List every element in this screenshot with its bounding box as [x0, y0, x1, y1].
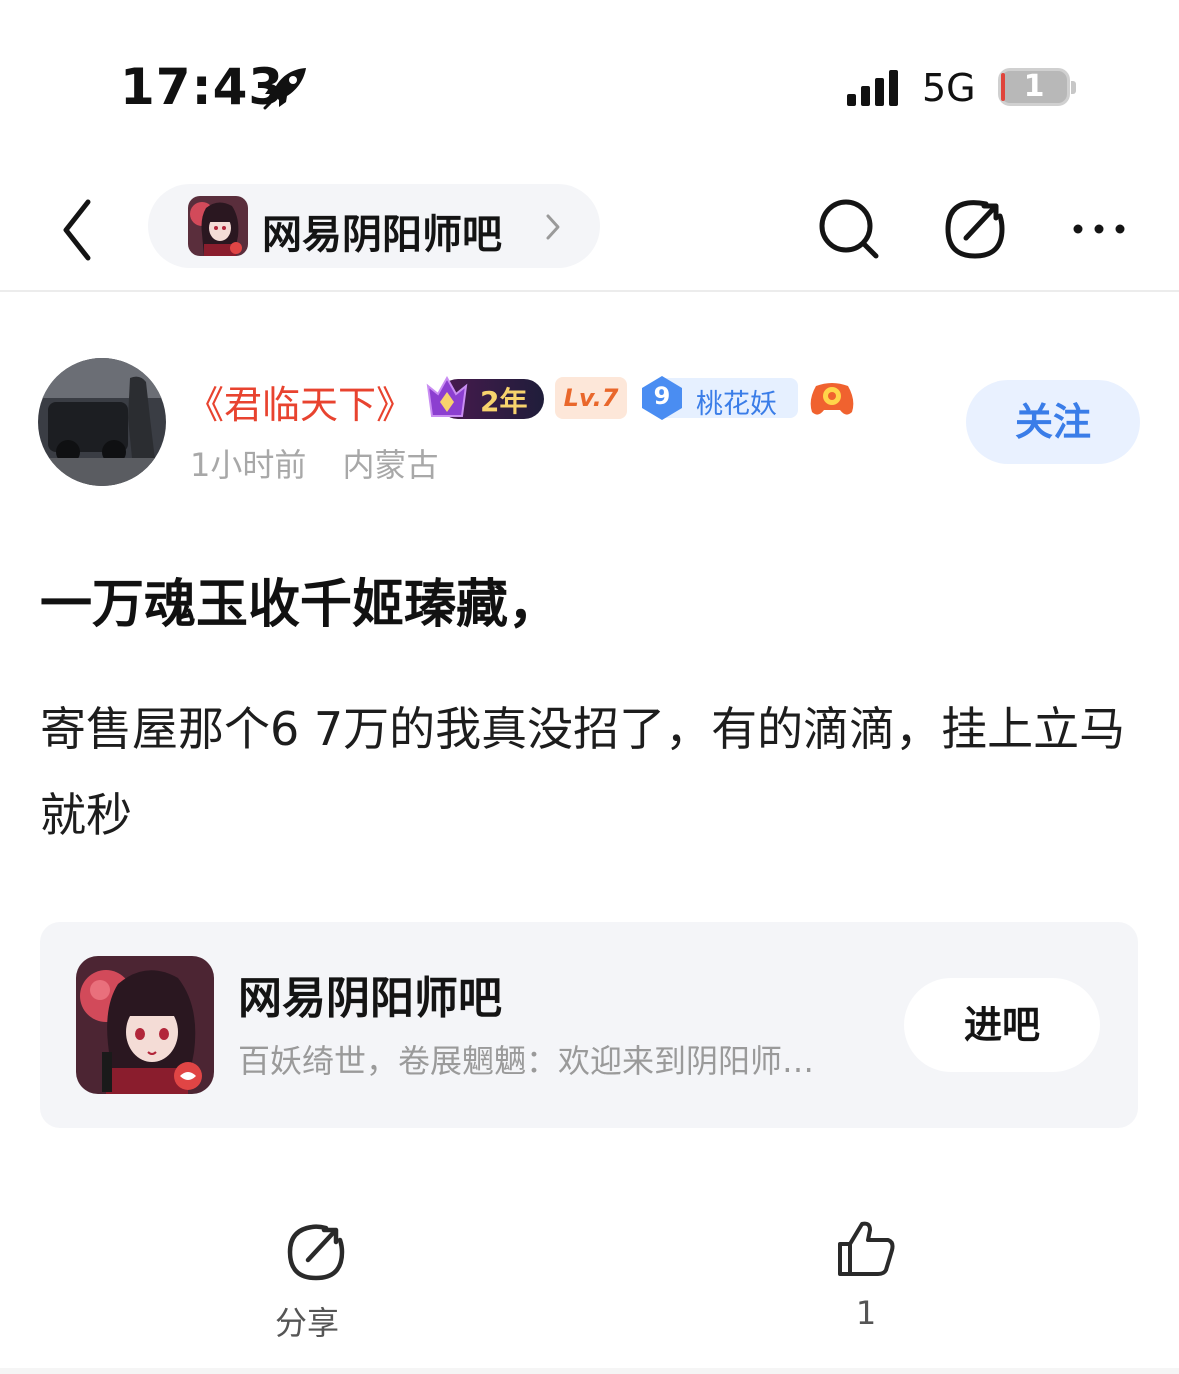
post-time: 1小时前 [190, 446, 307, 484]
forum-title-pill[interactable]: 网易阴阳师吧 [148, 184, 600, 268]
crown-icon [426, 375, 468, 417]
share-icon[interactable] [940, 194, 1010, 264]
battery-level: 1 [1023, 69, 1045, 104]
battery-icon: 1 [998, 68, 1076, 108]
forum-card-avatar [76, 956, 214, 1094]
share-icon[interactable] [284, 1220, 348, 1284]
status-time: 17:43 [120, 58, 285, 116]
network-type: 5G [922, 66, 976, 110]
forum-card[interactable]: 网易阴阳师吧 百妖绮世，卷展魍魉：欢迎来到阴阳师… 进吧 [40, 922, 1138, 1128]
member-years-badge: 2年 [424, 375, 544, 420]
level-badge: Lv.7 [555, 377, 627, 419]
author-avatar[interactable] [38, 358, 166, 486]
thumbs-up-icon[interactable] [834, 1216, 898, 1280]
forum-name: 网易阴阳师吧 [262, 212, 502, 258]
like-count: 1 [855, 1294, 877, 1332]
signal-icon [847, 70, 898, 106]
forum-card-description: 百妖绮世，卷展魍魉：欢迎来到阴阳师… [238, 1042, 815, 1080]
bottom-divider [0, 1368, 1179, 1374]
rank-title: 桃花妖 [696, 389, 777, 420]
follow-button[interactable]: 关注 [966, 380, 1140, 464]
search-icon[interactable] [814, 194, 884, 264]
post-title: 一万魂玉收千姬瑧藏， [40, 575, 561, 635]
post-meta: 1小时前 内蒙古 [190, 440, 439, 486]
back-icon[interactable] [52, 192, 104, 268]
status-bar: 17:43 5G 1 [0, 0, 1179, 170]
share-label[interactable]: 分享 [242, 1298, 372, 1344]
gamepad-badge-icon [810, 383, 854, 415]
author-name[interactable]: 《君临天下》 [186, 374, 414, 429]
more-icon[interactable] [1064, 194, 1134, 264]
nav-bar: 网易阴阳师吧 [0, 170, 1179, 292]
post-location: 内蒙古 [342, 446, 439, 484]
chevron-right-icon [546, 214, 560, 240]
enter-forum-button[interactable]: 进吧 [904, 978, 1100, 1072]
rocket-icon [263, 68, 306, 110]
bottom-action-bar: 分享 1 [0, 1190, 1179, 1374]
member-years-text: 2年 [480, 385, 528, 418]
forum-avatar [188, 196, 248, 256]
rank-number: 9 [653, 382, 671, 410]
forum-card-name: 网易阴阳师吧 [238, 973, 502, 1024]
rank-badge: 9 桃花妖 [638, 376, 798, 420]
post-body: 寄售屋那个6 7万的我真没招了，有的滴滴，挂上立马就秒 [40, 702, 1126, 842]
